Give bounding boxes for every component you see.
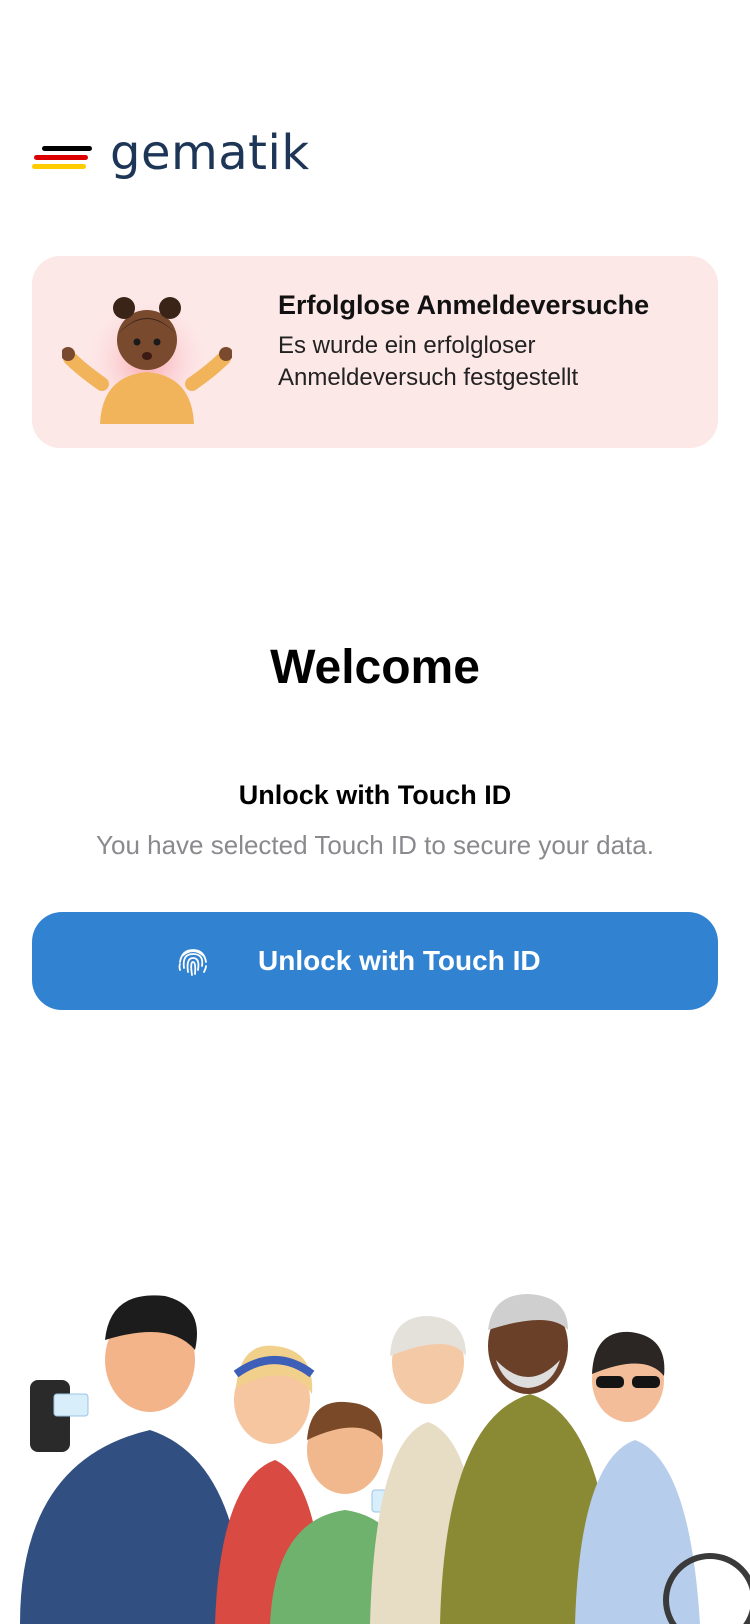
failed-login-alert-card[interactable]: Erfolglose Anmeldeversuche Es wurde ein … bbox=[32, 256, 718, 448]
alert-message: Es wurde ein erfolgloser Anmeldeversuch … bbox=[278, 332, 579, 391]
german-flag-stripes bbox=[32, 145, 92, 169]
unlock-description: You have selected Touch ID to secure you… bbox=[96, 830, 654, 860]
unlock-button-label: Unlock with Touch ID bbox=[258, 945, 541, 976]
logo-text: gematik bbox=[110, 125, 310, 181]
fingerprint-icon bbox=[178, 949, 207, 976]
unlock-heading: Unlock with Touch ID bbox=[238, 780, 512, 810]
unlock-with-touch-id-button[interactable]: Unlock with Touch ID bbox=[32, 912, 718, 1010]
gematik-logo: gematik bbox=[32, 118, 310, 188]
welcome-title: Welcome bbox=[270, 641, 480, 694]
group-of-people-illustration bbox=[20, 1294, 750, 1624]
alert-title: Erfolglose Anmeldeversuche bbox=[278, 290, 650, 320]
shrugging-girl-illustration bbox=[62, 294, 232, 424]
